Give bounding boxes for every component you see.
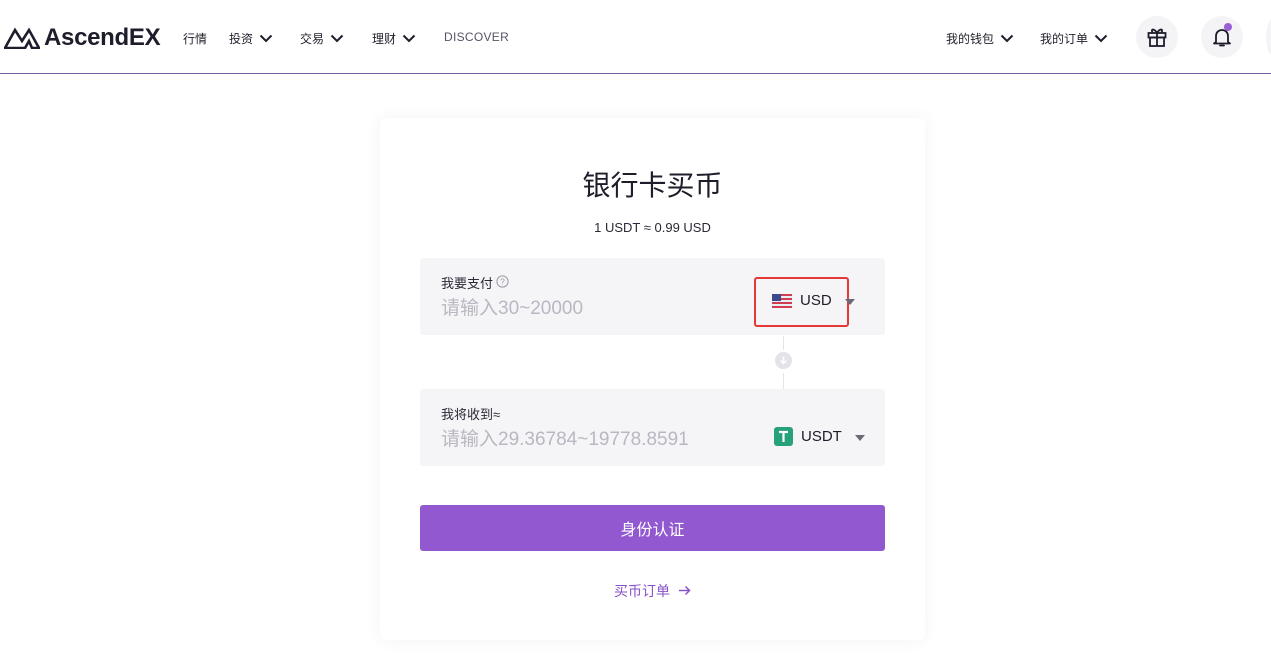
gift-icon <box>1147 28 1167 47</box>
chevron-down-icon <box>1094 32 1108 46</box>
receive-currency-label: USDT <box>801 428 842 445</box>
caret-down-icon <box>844 292 855 309</box>
nav-invest[interactable]: 投资 <box>229 30 273 47</box>
exchange-rate: 1 USDT ≈ 0.99 USD <box>594 220 711 235</box>
pay-label-row: 我要支付 ? <box>441 273 509 292</box>
connector-line <box>783 373 784 389</box>
nav-earn[interactable]: 理财 <box>372 30 416 47</box>
connector-line <box>783 336 784 350</box>
nav-my-wallet[interactable]: 我的钱包 <box>946 30 1014 47</box>
receive-currency-select[interactable]: USDT <box>774 427 865 446</box>
nav-my-orders[interactable]: 我的订单 <box>1040 30 1108 47</box>
buy-orders-link[interactable]: 买币订单 <box>380 581 925 601</box>
pay-field: 我要支付 ? USD <box>420 258 885 335</box>
receive-field: 我将收到≈ USDT <box>420 389 885 466</box>
nav-discover[interactable]: DISCOVER <box>444 30 509 44</box>
nav-trade[interactable]: 交易 <box>300 30 344 47</box>
ascendex-logo-icon <box>4 27 40 49</box>
top-nav: AscendEX 行情 投资 交易 理财 DISCOVER 我的钱包 我的订单 <box>0 0 1271 74</box>
chevron-down-icon <box>1000 32 1014 46</box>
arrow-right-icon <box>678 583 691 599</box>
gift-button[interactable] <box>1136 16 1178 58</box>
help-icon[interactable]: ? <box>496 274 509 291</box>
chevron-down-icon <box>402 32 416 46</box>
pay-label: 我要支付 <box>441 276 494 291</box>
page-title: 银行卡买币 <box>582 170 723 201</box>
chevron-down-icon <box>330 32 344 46</box>
nav-markets[interactable]: 行情 <box>183 30 207 47</box>
notifications-button[interactable] <box>1201 16 1243 58</box>
receive-label: 我将收到≈ <box>441 407 501 422</box>
brand-name: AscendEX <box>44 24 161 51</box>
profile-button[interactable] <box>1266 16 1271 58</box>
svg-text:?: ? <box>500 276 505 286</box>
caret-down-icon <box>854 428 865 445</box>
us-flag-icon <box>772 293 792 308</box>
brand-logo[interactable]: AscendEX <box>4 24 161 52</box>
tether-icon <box>774 427 793 446</box>
arrow-down-icon <box>775 352 792 369</box>
identity-verification-button[interactable]: 身份认证 <box>420 505 885 551</box>
notification-dot <box>1224 23 1232 31</box>
buy-crypto-card: 银行卡买币 1 USDT ≈ 0.99 USD 我要支付 ? USD <box>380 118 925 640</box>
pay-currency-label: USD <box>800 292 832 309</box>
chevron-down-icon <box>259 32 273 46</box>
pay-currency-select[interactable]: USD <box>772 292 855 309</box>
receive-amount-input[interactable] <box>441 427 761 453</box>
pay-amount-input[interactable] <box>441 296 741 322</box>
